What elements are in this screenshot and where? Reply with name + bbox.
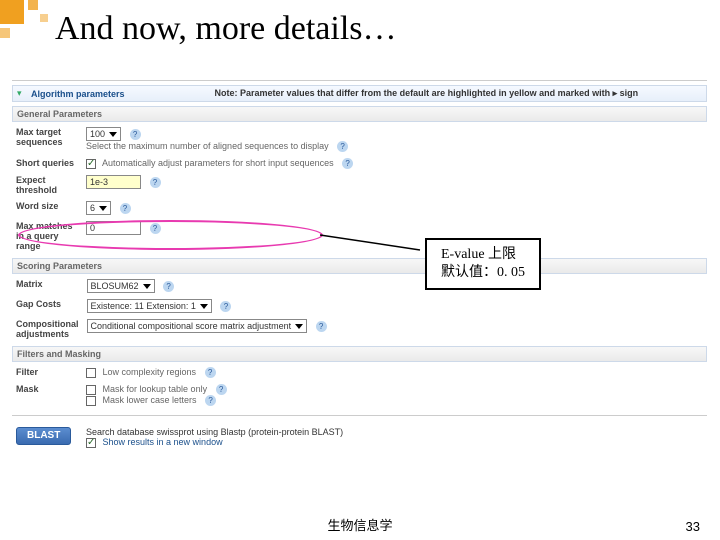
chevron-down-icon [143, 284, 151, 289]
help-icon[interactable]: ? [342, 158, 353, 169]
help-icon[interactable]: ? [337, 141, 348, 152]
label-expect-threshold: Expect threshold [12, 172, 82, 198]
subsection-title: Filters and Masking [17, 349, 101, 359]
checkbox-new-window[interactable] [86, 438, 96, 448]
label-comp-adjust: Compositional adjustments [12, 316, 83, 342]
checkbox-low-complexity[interactable] [86, 368, 96, 378]
desc-mask-lookup: Mask for lookup table only [103, 384, 208, 394]
checkbox-mask-lower[interactable] [86, 396, 96, 406]
desc-short-queries: Automatically adjust parameters for shor… [102, 158, 334, 168]
help-icon[interactable]: ? [205, 367, 216, 378]
label-short-queries: Short queries [12, 155, 82, 172]
section-algorithm-parameters[interactable]: ▾ Algorithm parameters Note: Parameter v… [12, 85, 707, 102]
slide-title: And now, more details… [55, 10, 397, 48]
footer-text: 生物信息学 [0, 515, 720, 534]
desc-max-target: Select the maximum number of aligned seq… [86, 141, 329, 151]
section-note: Note: Parameter values that differ from … [215, 88, 639, 99]
input-expect-threshold[interactable]: 1e-3 [86, 175, 141, 189]
desc-blast-run: Search database swissprot using Blastp (… [86, 427, 343, 437]
select-comp-adjust[interactable]: Conditional compositional score matrix a… [87, 319, 308, 333]
chevron-down-icon [109, 132, 117, 137]
desc-low-complexity: Low complexity regions [103, 367, 197, 377]
section-filters-masking: Filters and Masking [12, 346, 707, 362]
callout-line1: E-value 上限 [441, 246, 525, 264]
chevron-down-icon [99, 206, 107, 211]
help-icon[interactable]: ? [150, 223, 161, 234]
checkbox-mask-lookup[interactable] [86, 385, 96, 395]
subsection-title: Scoring Parameters [17, 261, 102, 271]
help-icon[interactable]: ? [316, 321, 327, 332]
help-icon[interactable]: ? [216, 384, 227, 395]
label-max-target: Max target sequences [12, 124, 82, 155]
chevron-down-icon [200, 304, 208, 309]
page-number: 33 [686, 519, 700, 534]
input-max-matches[interactable]: 0 [86, 221, 141, 235]
select-max-target[interactable]: 100 [86, 127, 121, 141]
help-icon[interactable]: ? [205, 395, 216, 406]
help-icon[interactable]: ? [220, 301, 231, 312]
callout-evalue: E-value 上限 默认值：0. 05 [425, 238, 541, 290]
label-max-matches: Max matches in a query range [12, 218, 82, 254]
checkbox-short-queries[interactable] [86, 159, 96, 169]
section-general-parameters: General Parameters [12, 106, 707, 122]
subsection-title: General Parameters [17, 109, 102, 119]
section-title: Algorithm parameters [31, 89, 125, 99]
label-matrix: Matrix [12, 276, 83, 296]
chevron-down-icon [295, 324, 303, 329]
callout-connector [320, 225, 430, 275]
callout-line2: 默认值：0. 05 [441, 264, 525, 282]
label-filter: Filter [12, 364, 82, 381]
select-word-size[interactable]: 6 [86, 201, 111, 215]
desc-new-window: Show results in a new window [103, 437, 223, 447]
help-icon[interactable]: ? [120, 203, 131, 214]
select-matrix[interactable]: BLOSUM62 [87, 279, 155, 293]
label-gap-costs: Gap Costs [12, 296, 83, 316]
select-gap-costs[interactable]: Existence: 11 Extension: 1 [87, 299, 212, 313]
help-icon[interactable]: ? [150, 177, 161, 188]
collapse-icon[interactable]: ▾ [17, 88, 27, 99]
label-word-size: Word size [12, 198, 82, 218]
label-mask: Mask [12, 381, 82, 409]
desc-mask-lower: Mask lower case letters [103, 395, 197, 405]
help-icon[interactable]: ? [130, 129, 141, 140]
help-icon[interactable]: ? [163, 281, 174, 292]
blast-button[interactable]: BLAST [16, 427, 71, 445]
